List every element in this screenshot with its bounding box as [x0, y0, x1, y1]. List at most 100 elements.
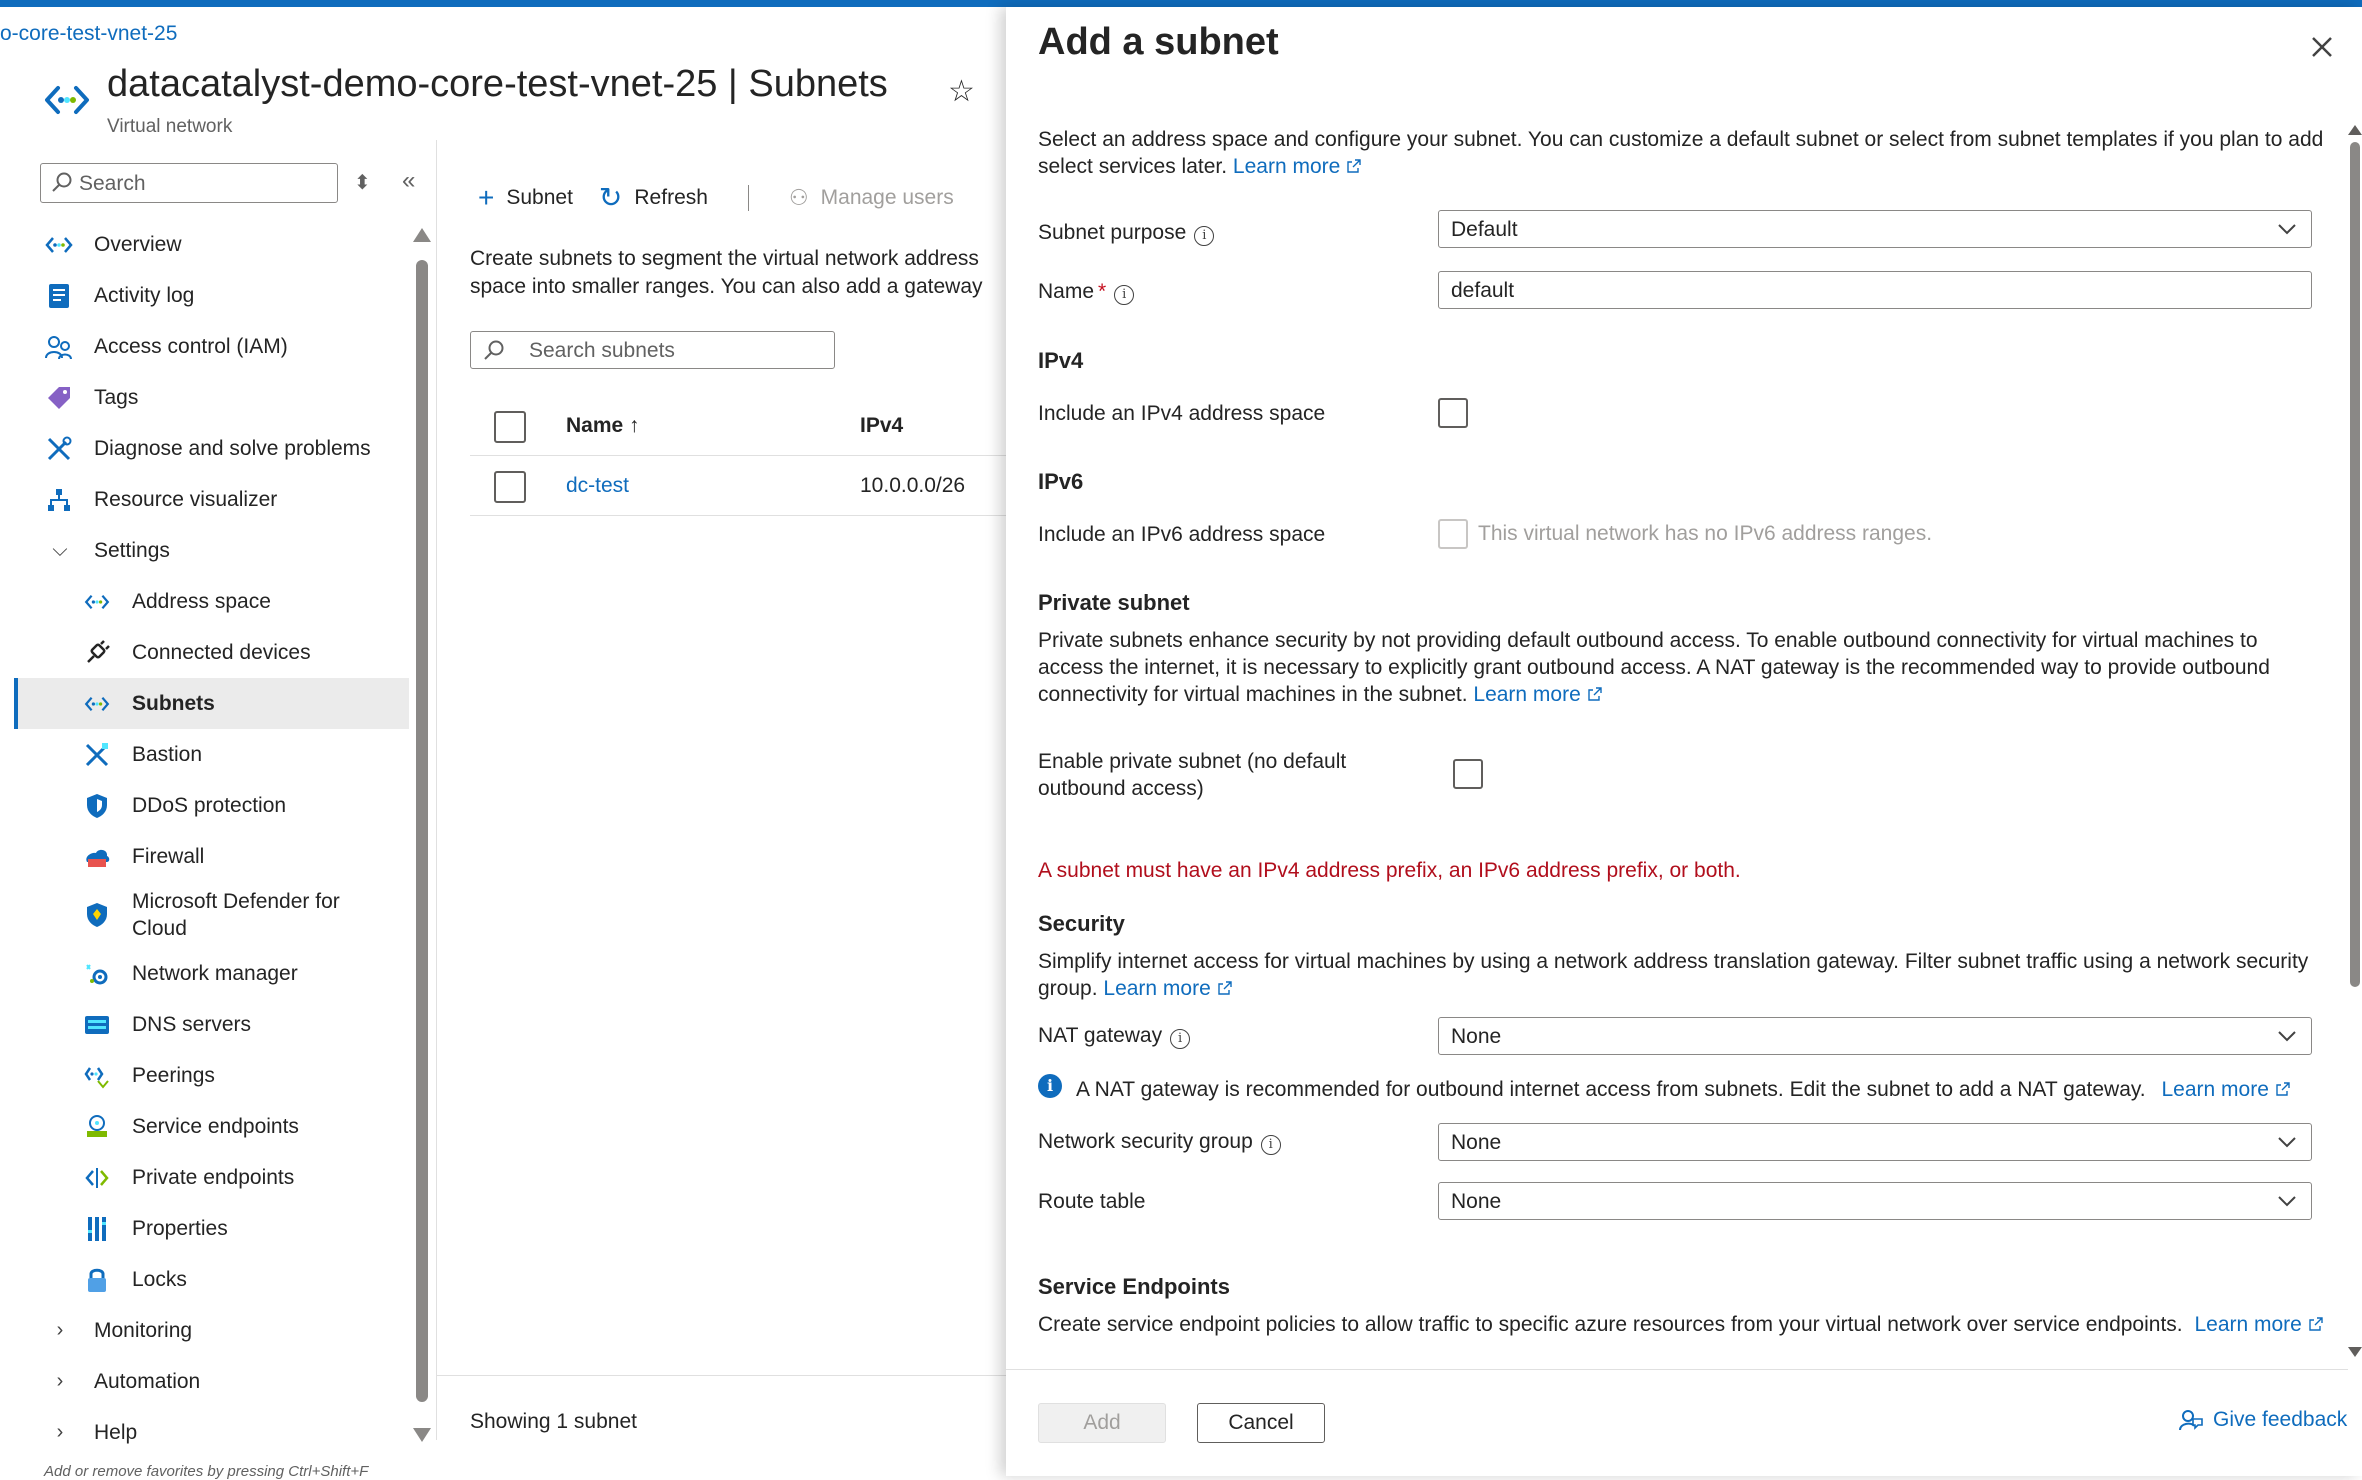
sidebar-item-connected-devices[interactable]: Connected devices: [14, 627, 409, 678]
chevron-down-icon: [2278, 1031, 2296, 1042]
service-endpoints-description: Create service endpoint policies to allo…: [1038, 1311, 2328, 1338]
peering-icon: [82, 1061, 112, 1091]
sidebar-scroll-up-icon[interactable]: [413, 228, 431, 242]
subnet-purpose-dropdown[interactable]: Default: [1438, 210, 2312, 248]
sidebar-item-label: Address space: [132, 589, 271, 613]
sidebar-search-input[interactable]: Search: [40, 163, 338, 203]
sidebar-group-automation[interactable]: › Automation: [14, 1356, 409, 1407]
sidebar-group-help[interactable]: › Help: [14, 1407, 409, 1458]
bastion-icon: [82, 740, 112, 770]
name-input[interactable]: default: [1438, 271, 2312, 309]
add-subnet-label: Subnet: [506, 186, 573, 209]
star-icon[interactable]: ☆: [948, 74, 975, 109]
sidebar-group-settings[interactable]: ⌵ Settings: [14, 525, 409, 576]
subnet-search-input[interactable]: Search subnets: [470, 331, 835, 369]
sidebar-item-diagnose[interactable]: Diagnose and solve problems: [14, 423, 409, 474]
sidebar-item-private-endpoints[interactable]: Private endpoints: [14, 1152, 409, 1203]
iam-icon: [44, 332, 74, 362]
service-endpoints-heading: Service Endpoints: [1038, 1274, 1230, 1299]
learn-more-link[interactable]: Learn more: [1233, 155, 1362, 178]
learn-more-link[interactable]: Learn more: [2194, 1313, 2323, 1336]
give-feedback-link[interactable]: Give feedback: [2179, 1408, 2347, 1432]
sidebar-item-defender[interactable]: Microsoft Defender for Cloud: [14, 882, 409, 948]
refresh-button[interactable]: ↻ Refresh: [599, 184, 708, 212]
sidebar-item-subnets[interactable]: Subnets: [14, 678, 409, 729]
private-endpoint-icon: [82, 1163, 112, 1193]
feedback-icon: [2179, 1410, 2203, 1431]
ipv6-include-checkbox[interactable]: [1438, 519, 1468, 549]
sidebar-item-firewall[interactable]: Firewall: [14, 831, 409, 882]
page-subtitle: Virtual network: [107, 116, 233, 137]
sidebar-item-activity-log[interactable]: Activity log: [14, 270, 409, 321]
sidebar-group-monitoring[interactable]: › Monitoring: [14, 1305, 409, 1356]
nat-gateway-value: None: [1451, 1025, 1502, 1048]
column-header-name[interactable]: Name ↑: [566, 414, 640, 438]
collapse-sidebar-icon[interactable]: «: [402, 167, 415, 195]
service-endpoints-description-text: Create service endpoint policies to allo…: [1038, 1313, 2183, 1336]
learn-more-link[interactable]: Learn more: [1473, 683, 1602, 706]
subnet-search-placeholder: Search subnets: [529, 339, 675, 362]
sidebar-item-peerings[interactable]: Peerings: [14, 1050, 409, 1101]
nat-gateway-dropdown[interactable]: None: [1438, 1017, 2312, 1055]
breadcrumb[interactable]: o-core-test-vnet-25: [0, 22, 177, 46]
nat-gateway-label-text: NAT gateway: [1038, 1024, 1163, 1047]
add-subnet-button[interactable]: + Subnet: [478, 184, 573, 212]
close-icon[interactable]: [2308, 33, 2336, 61]
panel-scrollbar[interactable]: [2350, 142, 2360, 987]
vnet-icon: [82, 587, 112, 617]
sidebar-item-resource-visualizer[interactable]: Resource visualizer: [14, 474, 409, 525]
ipv4-include-checkbox[interactable]: [1438, 398, 1468, 428]
sidebar-item-label: Connected devices: [132, 640, 311, 664]
sidebar-item-bastion[interactable]: Bastion: [14, 729, 409, 780]
add-button[interactable]: Add: [1038, 1403, 1166, 1443]
network-manager-icon: [82, 959, 112, 989]
info-icon[interactable]: i: [1114, 285, 1135, 305]
info-icon[interactable]: i: [1170, 1029, 1191, 1049]
sidebar-item-dns-servers[interactable]: DNS servers: [14, 999, 409, 1050]
ipv6-include-label: Include an IPv6 address space: [1038, 523, 1326, 546]
manage-users-button[interactable]: ⚇ Manage users: [789, 186, 954, 210]
external-link-icon: [1218, 981, 1232, 995]
learn-more-label: Learn more: [1473, 683, 1581, 706]
info-icon[interactable]: i: [1194, 226, 1215, 246]
lock-icon: [82, 1265, 112, 1295]
table-header: Name ↑ IPv4: [470, 398, 1010, 456]
learn-more-link[interactable]: Learn more: [2162, 1078, 2291, 1101]
sidebar-item-tags[interactable]: Tags: [14, 372, 409, 423]
column-header-ipv4[interactable]: IPv4: [860, 414, 903, 438]
private-subnet-checkbox[interactable]: [1453, 759, 1483, 789]
sidebar-item-network-manager[interactable]: Network manager: [14, 948, 409, 999]
sidebar-item-label: Bastion: [132, 742, 203, 766]
info-icon[interactable]: i: [1260, 1135, 1281, 1155]
cancel-button[interactable]: Cancel: [1197, 1403, 1325, 1443]
sidebar-item-label: Tags: [94, 385, 139, 409]
sidebar-scrollbar[interactable]: [416, 260, 428, 1402]
page-title: datacatalyst-demo-core-test-vnet-25 | Su…: [107, 63, 888, 105]
select-all-checkbox[interactable]: [494, 411, 526, 443]
panel-title: Add a subnet: [1038, 21, 1279, 63]
visualizer-icon: [44, 485, 74, 515]
route-table-dropdown[interactable]: None: [1438, 1182, 2312, 1220]
sidebar-item-iam[interactable]: Access control (IAM): [14, 321, 409, 372]
learn-more-link[interactable]: Learn more: [1103, 977, 1232, 1000]
sidebar-item-locks[interactable]: Locks: [14, 1254, 409, 1305]
chevron-down-icon: ⌵: [52, 539, 68, 561]
sidebar-item-label: DDoS protection: [132, 793, 287, 817]
sidebar-scroll-down-icon[interactable]: [413, 1428, 431, 1442]
table-row: dc-test 10.0.0.0/26: [470, 458, 1010, 516]
sidebar-item-label: Properties: [132, 1216, 228, 1240]
sidebar-item-address-space[interactable]: Address space: [14, 576, 409, 627]
subnet-name-link[interactable]: dc-test: [566, 474, 629, 498]
chevron-down-icon: [2278, 224, 2296, 235]
sidebar-item-overview[interactable]: Overview: [14, 219, 409, 270]
sidebar-item-properties[interactable]: Properties: [14, 1203, 409, 1254]
panel-scroll-up-icon[interactable]: [2348, 125, 2362, 135]
sidebar-item-service-endpoints[interactable]: Service endpoints: [14, 1101, 409, 1152]
sidebar-item-ddos[interactable]: DDoS protection: [14, 780, 409, 831]
chevron-down-icon: [2278, 1137, 2296, 1148]
row-checkbox[interactable]: [494, 471, 526, 503]
person-icon: ⚇: [788, 185, 809, 210]
sort-toggle-icon[interactable]: ⬍: [354, 170, 371, 195]
panel-scroll-down-icon[interactable]: [2348, 1347, 2362, 1357]
nsg-dropdown[interactable]: None: [1438, 1123, 2312, 1161]
